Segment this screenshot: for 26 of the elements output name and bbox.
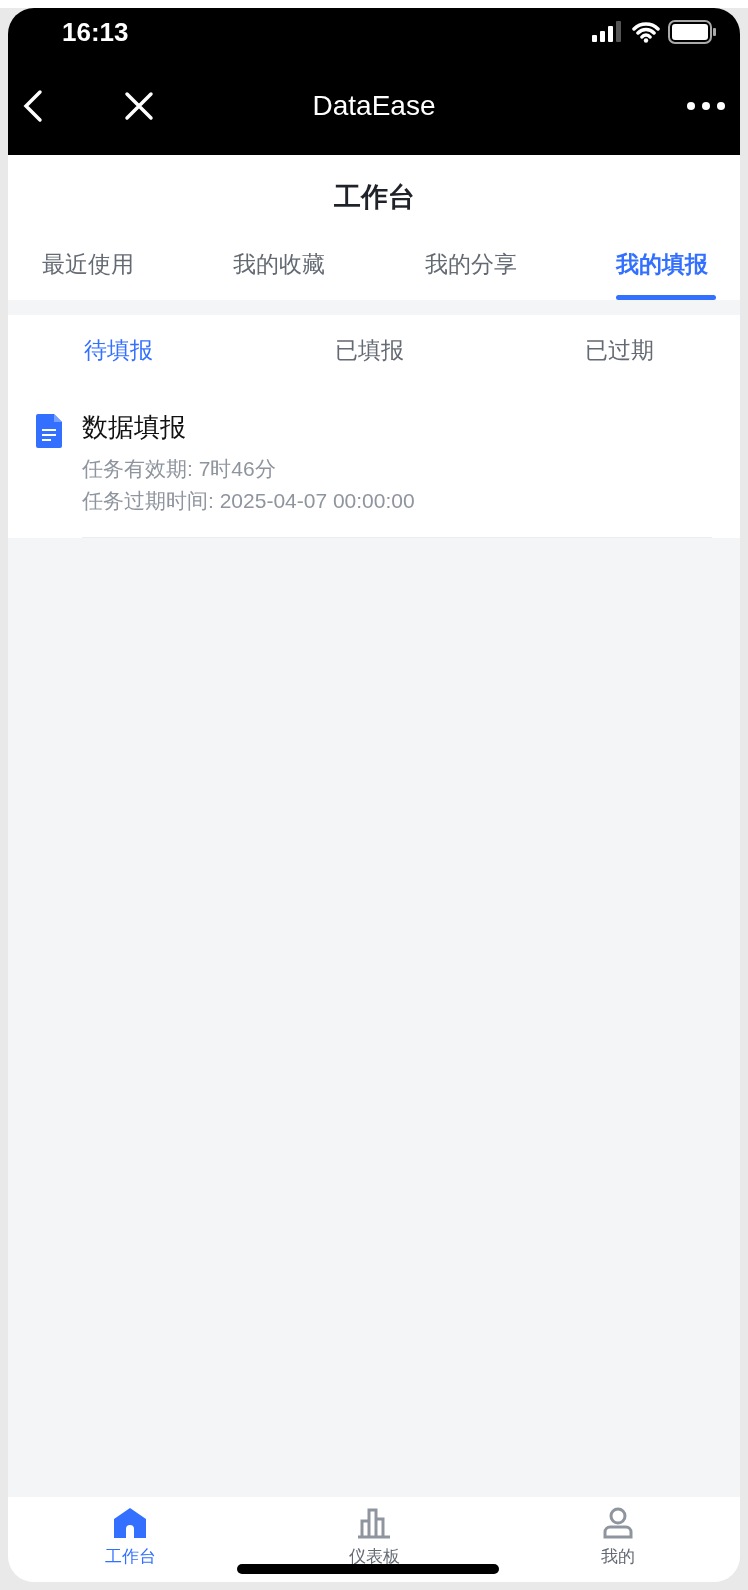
status-time: 16:13: [62, 16, 129, 48]
wifi-icon: [632, 21, 660, 43]
signal-icon: [592, 21, 624, 43]
bar-chart-icon: [356, 1507, 392, 1539]
bottom-nav-item[interactable]: 仪表板: [304, 1497, 444, 1582]
bottom-nav-item[interactable]: 我的: [548, 1497, 688, 1582]
tab[interactable]: 我的分享: [416, 233, 525, 300]
task-validity: 任务有效期: 7时46分: [82, 456, 277, 482]
task-expiry: 任务过期时间: 2025-04-07 00:00:00: [82, 488, 416, 514]
more-button[interactable]: [686, 100, 726, 111]
document-icon: [36, 414, 62, 448]
page-title: 工作台: [333, 182, 415, 212]
sub-tab[interactable]: 已过期: [579, 315, 660, 386]
tab[interactable]: 最近使用: [34, 233, 142, 300]
app-title: DataEase: [312, 89, 436, 121]
tab[interactable]: 我的填报: [608, 233, 716, 300]
close-button[interactable]: [124, 90, 154, 121]
battery-icon: [668, 20, 716, 44]
back-button[interactable]: [22, 88, 44, 123]
user-icon: [602, 1507, 634, 1539]
sub-tab[interactable]: 待填报: [78, 315, 159, 386]
tab[interactable]: 我的收藏: [225, 233, 334, 300]
task-title[interactable]: 数据填报: [82, 410, 712, 445]
bottom-nav-item[interactable]: 工作台: [60, 1497, 200, 1582]
sub-tab[interactable]: 已填报: [328, 315, 410, 386]
home-icon: [113, 1507, 147, 1539]
